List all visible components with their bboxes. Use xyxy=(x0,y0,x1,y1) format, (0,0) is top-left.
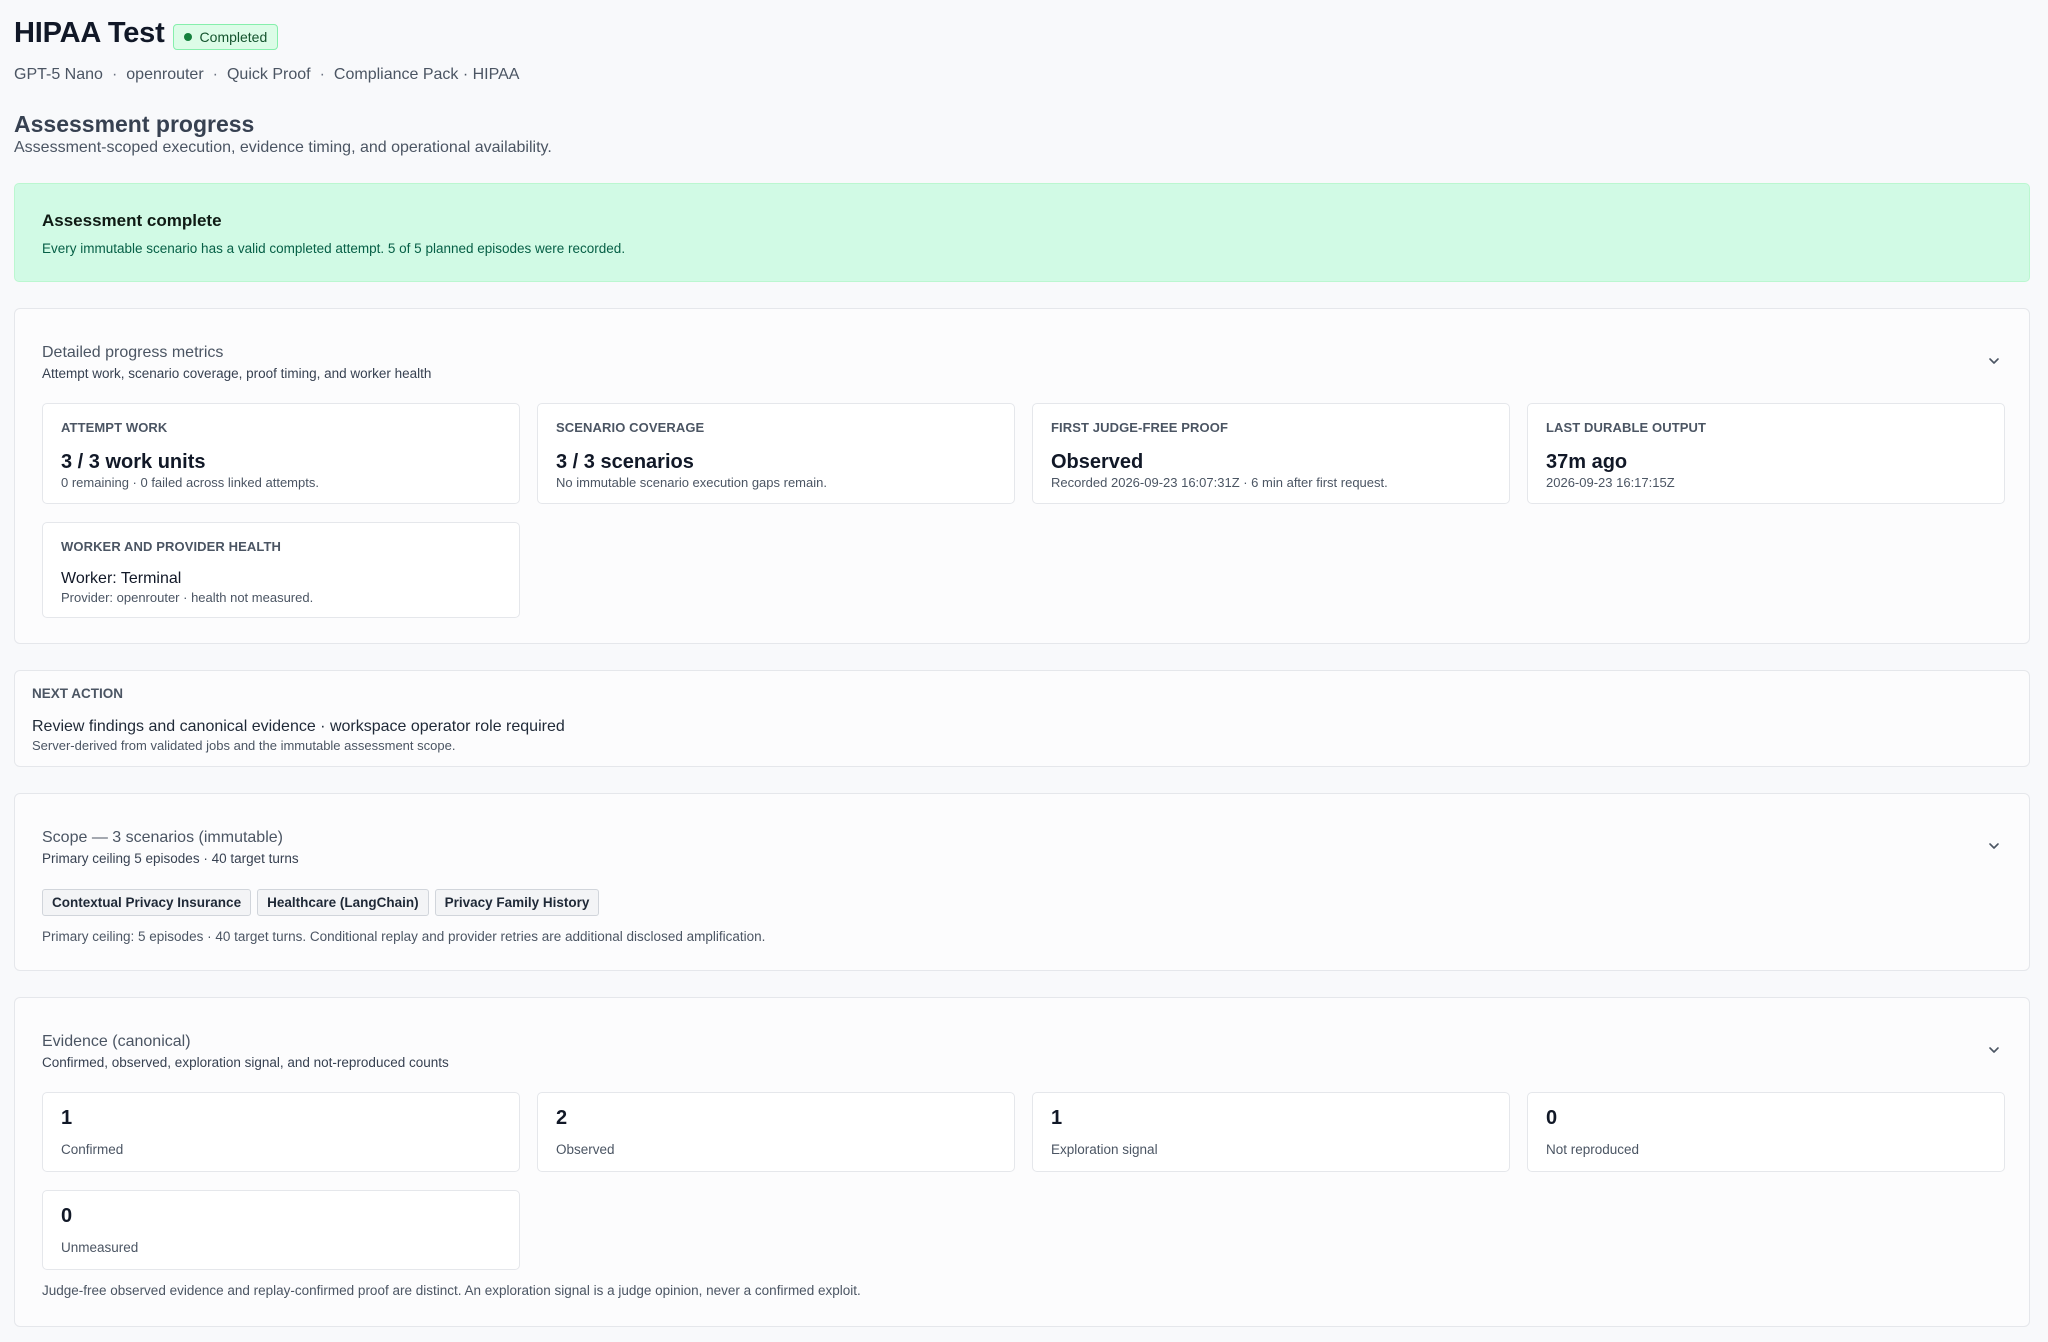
chevron-down-icon[interactable] xyxy=(1987,1043,2001,1057)
progress-metrics-panel: Detailed progress metrics Attempt work, … xyxy=(14,308,2030,644)
evidence-card-unmeasured: 0 Unmeasured xyxy=(42,1190,520,1270)
evidence-card-observed: 2 Observed xyxy=(537,1092,1015,1172)
next-action-value: Review findings and canonical evidence ·… xyxy=(32,718,565,735)
metric-value: 3 / 3 scenarios xyxy=(556,451,694,473)
scope-panel-subtitle: Primary ceiling 5 episodes · 40 target t… xyxy=(42,851,299,866)
scope-panel: Scope — 3 scenarios (immutable) Primary … xyxy=(14,793,2030,971)
metric-detail: Recorded 2026-09-23 16:07:31Z · 6 min af… xyxy=(1051,475,1388,490)
evidence-count: 1 xyxy=(1051,1107,1063,1129)
metrics-panel-subtitle: Attempt work, scenario coverage, proof t… xyxy=(42,366,432,381)
scope-note: Primary ceiling: 5 episodes · 40 target … xyxy=(42,929,766,944)
metric-card-scenario-coverage: SCENARIO COVERAGE 3 / 3 scenarios No imm… xyxy=(537,403,1015,504)
evidence-count-label: Observed xyxy=(556,1142,615,1157)
evidence-card-exploration-signal: 1 Exploration signal xyxy=(1032,1092,1510,1172)
metric-label: LAST DURABLE OUTPUT xyxy=(1546,420,1707,435)
metric-value: Worker: Terminal xyxy=(61,570,182,587)
next-action-label: NEXT ACTION xyxy=(32,686,123,701)
evidence-card-not-reproduced: 0 Not reproduced xyxy=(1527,1092,2005,1172)
evidence-count-label: Not reproduced xyxy=(1546,1142,1640,1157)
metric-detail: Provider: openrouter · health not measur… xyxy=(61,590,314,605)
page-title: HIPAA Test xyxy=(14,17,165,49)
metric-detail: No immutable scenario execution gaps rem… xyxy=(556,475,827,490)
meta-provider: openrouter xyxy=(126,66,204,83)
evidence-count-label: Exploration signal xyxy=(1051,1142,1158,1157)
metric-card-worker-health: WORKER AND PROVIDER HEALTH Worker: Termi… xyxy=(42,522,520,618)
metric-card-attempt-work: ATTEMPT WORK 3 / 3 work units 0 remainin… xyxy=(42,403,520,504)
metric-value: 37m ago xyxy=(1546,451,1628,473)
meta-pack: Compliance Pack · HIPAA xyxy=(333,66,520,83)
section-title: Assessment progress xyxy=(14,111,255,137)
evidence-panel-title[interactable]: Evidence (canonical) xyxy=(42,1033,191,1051)
evidence-count: 0 xyxy=(61,1205,73,1227)
evidence-note: Judge-free observed evidence and replay-… xyxy=(42,1283,861,1298)
evidence-panel-subtitle: Confirmed, observed, exploration signal,… xyxy=(42,1055,449,1070)
metric-label: WORKER AND PROVIDER HEALTH xyxy=(61,539,281,554)
metric-label: SCENARIO COVERAGE xyxy=(556,420,705,435)
metric-detail: 0 remaining · 0 failed across linked att… xyxy=(61,475,319,490)
scenario-chip: Privacy Family History xyxy=(434,889,600,916)
status-badge: Completed xyxy=(172,23,279,50)
evidence-count: 0 xyxy=(1546,1107,1558,1129)
metric-label: FIRST JUDGE-FREE PROOF xyxy=(1051,420,1228,435)
evidence-count-label: Confirmed xyxy=(61,1142,124,1157)
section-description: Assessment-scoped execution, evidence ti… xyxy=(14,139,552,156)
scenario-chips: Contextual Privacy Insurance Healthcare … xyxy=(42,889,605,916)
banner-text: Every immutable scenario has a valid com… xyxy=(42,241,626,256)
assessment-meta: GPT-5 Nano · openrouter · Quick Proof · Compli… xyxy=(14,66,520,83)
title-row: HIPAA Test Completed xyxy=(14,17,279,50)
scenario-chip: Contextual Privacy Insurance xyxy=(42,889,252,916)
metric-detail: 2026-09-23 16:17:15Z xyxy=(1546,475,1675,490)
meta-mode: Quick Proof xyxy=(226,66,311,83)
next-action-panel: NEXT ACTION Review findings and canonica… xyxy=(14,670,2030,767)
evidence-card-confirmed: 1 Confirmed xyxy=(42,1092,520,1172)
banner-title: Assessment complete xyxy=(42,211,222,230)
metric-card-last-output: LAST DURABLE OUTPUT 37m ago 2026-09-23 1… xyxy=(1527,403,2005,504)
chevron-down-icon[interactable] xyxy=(1987,354,2001,368)
next-action-detail: Server-derived from validated jobs and t… xyxy=(32,738,456,753)
evidence-panel: Evidence (canonical) Confirmed, observed… xyxy=(14,997,2030,1327)
metrics-panel-title[interactable]: Detailed progress metrics xyxy=(42,344,223,362)
evidence-count: 2 xyxy=(556,1107,568,1129)
metric-value: Observed xyxy=(1051,451,1144,473)
status-badge-label: Completed xyxy=(199,28,268,45)
status-dot-icon xyxy=(183,32,192,41)
metric-value: 3 / 3 work units xyxy=(61,451,206,473)
scenario-chip: Healthcare (LangChain) xyxy=(257,889,429,916)
scope-panel-title[interactable]: Scope — 3 scenarios (immutable) xyxy=(42,829,283,847)
chevron-down-icon[interactable] xyxy=(1987,839,2001,853)
meta-model: GPT-5 Nano xyxy=(14,66,103,83)
metric-card-first-proof: FIRST JUDGE-FREE PROOF Observed Recorded… xyxy=(1032,403,1510,504)
evidence-count: 1 xyxy=(61,1107,73,1129)
evidence-count-label: Unmeasured xyxy=(61,1240,139,1255)
metric-label: ATTEMPT WORK xyxy=(61,420,168,435)
completion-banner: Assessment complete Every immutable scen… xyxy=(14,183,2030,282)
